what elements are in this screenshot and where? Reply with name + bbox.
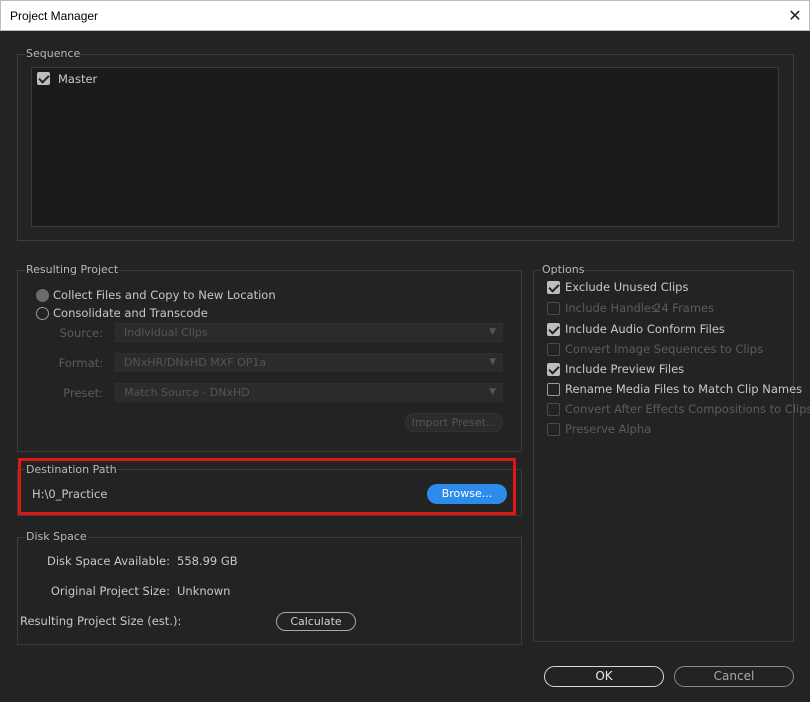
disk-space-label: Disk Space	[25, 530, 88, 543]
source-value: Individual Clips	[124, 326, 208, 339]
include-preview-checkbox[interactable]	[547, 363, 560, 376]
chevron-down-icon: ▼	[489, 327, 496, 337]
include-audio-conform-checkbox[interactable]	[547, 323, 560, 336]
format-select[interactable]: DNxHR/DNxHD MXF OP1a ▼	[115, 353, 503, 372]
source-select[interactable]: Individual Clips ▼	[115, 323, 503, 342]
close-icon[interactable]: ✕	[783, 5, 807, 27]
rename-media-checkbox[interactable]	[547, 383, 560, 396]
convert-ae-checkbox[interactable]	[547, 403, 560, 416]
disk-available-value: 558.99 GB	[177, 554, 238, 568]
calculate-button[interactable]: Calculate	[276, 612, 356, 631]
include-preview-label: Include Preview Files	[565, 362, 685, 376]
destination-highlight-box	[18, 458, 516, 515]
original-size-value: Unknown	[177, 584, 231, 598]
format-label: Format:	[58, 356, 103, 370]
sequence-list	[31, 67, 779, 227]
sequence-label: Sequence	[25, 47, 82, 60]
exclude-unused-checkbox[interactable]	[547, 281, 560, 294]
resulting-size-label: Resulting Project Size (est.):	[20, 614, 182, 628]
import-preset-button[interactable]: Import Preset...	[405, 413, 503, 432]
options-label: Options	[541, 263, 586, 276]
exclude-unused-label: Exclude Unused Clips	[565, 280, 689, 294]
convert-ae-label: Convert After Effects Compositions to Cl…	[565, 402, 810, 416]
window-title: Project Manager	[10, 9, 99, 23]
consolidate-label: Consolidate and Transcode	[53, 306, 208, 320]
original-size-label: Original Project Size:	[50, 584, 170, 598]
chevron-down-icon: ▼	[489, 357, 496, 367]
include-handles-frames[interactable]: 24 Frames	[654, 301, 714, 315]
chevron-down-icon: ▼	[489, 387, 496, 397]
preset-label: Preset:	[63, 386, 103, 400]
preset-select[interactable]: Match Source - DNxHD ▼	[115, 383, 503, 402]
preserve-alpha-checkbox[interactable]	[547, 423, 560, 436]
ok-button[interactable]: OK	[544, 666, 664, 687]
include-audio-conform-label: Include Audio Conform Files	[565, 322, 725, 336]
sequence-master-label: Master	[58, 72, 98, 86]
sequence-master-checkbox[interactable]	[37, 72, 50, 85]
format-value: DNxHR/DNxHD MXF OP1a	[124, 356, 267, 369]
collect-files-radio[interactable]	[36, 289, 49, 302]
rename-media-label: Rename Media Files to Match Clip Names	[565, 382, 803, 396]
include-handles-checkbox[interactable]	[547, 302, 560, 315]
source-label: Source:	[59, 326, 103, 340]
cancel-button[interactable]: Cancel	[674, 666, 794, 687]
include-handles-label: Include Handles:	[565, 301, 661, 315]
consolidate-radio[interactable]	[36, 307, 49, 320]
preset-value: Match Source - DNxHD	[124, 386, 250, 399]
resulting-project-label: Resulting Project	[25, 263, 120, 276]
title-bar: Project Manager ✕	[0, 0, 810, 31]
collect-files-label: Collect Files and Copy to New Location	[53, 288, 276, 302]
preserve-alpha-label: Preserve Alpha	[565, 422, 652, 436]
disk-available-label: Disk Space Available:	[47, 554, 170, 568]
convert-image-sequences-checkbox[interactable]	[547, 343, 560, 356]
convert-image-sequences-label: Convert Image Sequences to Clips	[565, 342, 764, 356]
